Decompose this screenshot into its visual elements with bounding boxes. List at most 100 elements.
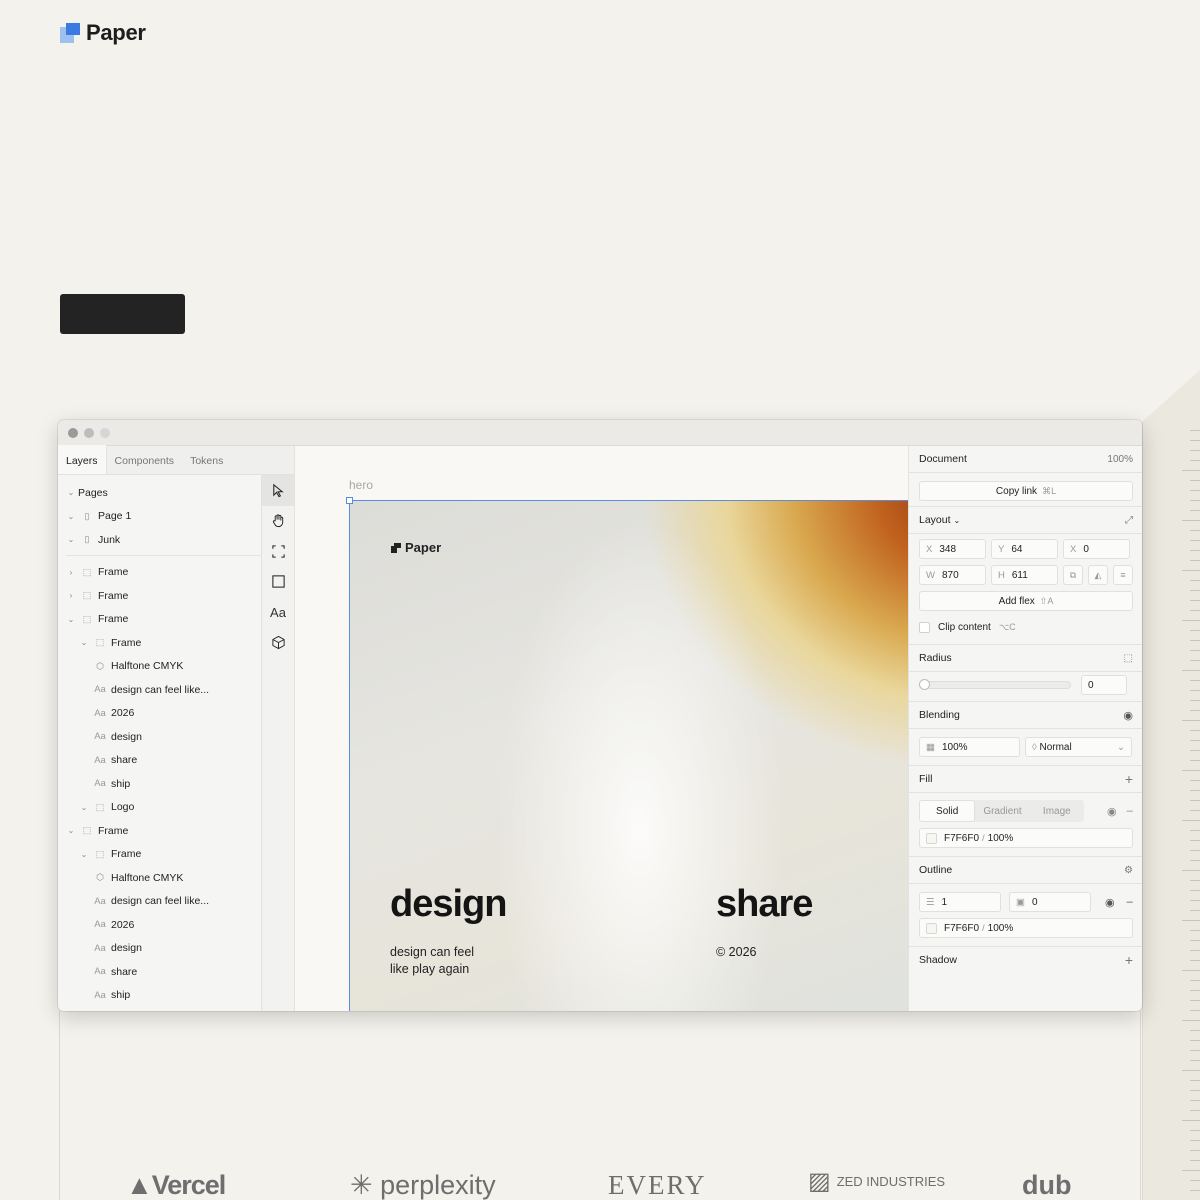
rotation-field[interactable]: X0: [1063, 539, 1130, 559]
layer-row[interactable]: Aa 2026: [58, 913, 261, 937]
constrain-proportions-icon[interactable]: ⧉: [1063, 565, 1083, 585]
y-field[interactable]: Y 64: [991, 539, 1058, 559]
chevron-down-icon[interactable]: ⌄: [79, 850, 89, 859]
frame-tool[interactable]: [262, 536, 294, 567]
layer-row[interactable]: Aa ship: [58, 984, 261, 1008]
tab-layers[interactable]: Layers: [58, 445, 107, 474]
fill-tab-solid[interactable]: Solid: [919, 800, 976, 822]
sliders-icon[interactable]: ⚙: [1124, 865, 1133, 876]
eye-icon[interactable]: ◉: [1123, 709, 1133, 722]
window-close-button[interactable]: [68, 427, 78, 438]
chevron-right-icon[interactable]: ›: [66, 568, 76, 577]
blending-section: Blending ◉: [909, 702, 1142, 728]
outline-color-swatch[interactable]: [926, 922, 937, 934]
hero-subtext[interactable]: design can feel like play again: [390, 944, 474, 978]
hand-tool[interactable]: [262, 506, 294, 537]
layer-row[interactable]: Aa ship: [58, 772, 261, 796]
layer-row[interactable]: ⌄ ⬚ Frame: [58, 608, 261, 632]
text-tool[interactable]: Aa: [262, 597, 294, 628]
eye-icon[interactable]: ◉: [1107, 805, 1117, 818]
chevron-down-icon[interactable]: ⌄: [79, 638, 89, 647]
rectangle-tool[interactable]: [262, 567, 294, 598]
cta-button[interactable]: [60, 294, 185, 334]
ruler-tick: [1190, 990, 1200, 991]
outline-color-field[interactable]: F7F6F0 / 100%: [919, 918, 1133, 938]
layer-row[interactable]: › ⬚ Frame: [58, 561, 261, 585]
layout-section: Layout ⌄ ⤢: [909, 507, 1142, 533]
layer-row[interactable]: ⌄ ▯ Page 1: [58, 505, 261, 529]
hero-headline-share[interactable]: share: [716, 883, 813, 926]
corner-radius-icon[interactable]: ⬚: [1124, 653, 1133, 664]
layer-row[interactable]: ⬡ Halftone CMYK: [58, 655, 261, 679]
align-icon[interactable]: ≡: [1113, 565, 1133, 585]
chevron-down-icon[interactable]: ⌄: [66, 512, 76, 521]
chevron-down-icon[interactable]: ⌄: [66, 826, 76, 835]
shader-tool[interactable]: [262, 628, 294, 659]
document-label: Document: [919, 453, 967, 465]
fill-tab-gradient[interactable]: Gradient: [975, 800, 1029, 822]
frame-label[interactable]: hero: [349, 478, 373, 492]
height-field[interactable]: H 611: [991, 565, 1058, 585]
text-layer-icon: Aa: [94, 707, 106, 719]
layer-row[interactable]: › ⬚ Frame: [58, 584, 261, 608]
fill-color-field[interactable]: F7F6F0 / 100%: [919, 828, 1133, 848]
layer-row[interactable]: ⌄ ▯ Junk: [58, 528, 261, 552]
layer-row[interactable]: ⬡ Halftone CMYK: [58, 866, 261, 890]
layer-row[interactable]: ⌄ ⬚ Frame: [58, 843, 261, 867]
ruler-tick: [1190, 710, 1200, 711]
layout-dropdown[interactable]: Layout ⌄: [919, 514, 960, 526]
layer-row[interactable]: Aa 2026: [58, 702, 261, 726]
layer-row[interactable]: ⌄ ⬚ Frame: [58, 819, 261, 843]
hero-frame[interactable]: Paper design design can feel like play a…: [349, 500, 909, 1011]
add-flex-button[interactable]: Add flex ⇧A: [919, 591, 1133, 611]
outline-offset-field[interactable]: ▣ 0: [1009, 892, 1091, 912]
minus-icon[interactable]: –: [1127, 805, 1133, 817]
design-canvas[interactable]: hero Paper design design can feel like p…: [295, 446, 909, 1011]
window-zoom-button[interactable]: [100, 427, 110, 438]
blend-mode-select[interactable]: ◊ Normal ⌄: [1025, 737, 1132, 757]
x-field[interactable]: X 348: [919, 539, 986, 559]
radius-slider-knob[interactable]: [919, 679, 930, 690]
hero-copyright[interactable]: © 2026: [716, 944, 757, 961]
hero-logo[interactable]: Paper: [391, 540, 441, 555]
layer-row[interactable]: Aa design: [58, 725, 261, 749]
plus-icon[interactable]: +: [1125, 952, 1133, 968]
layer-row[interactable]: ⌄ ⬚ Logo: [58, 796, 261, 820]
layer-row[interactable]: ⌄ Pages: [58, 481, 261, 505]
tab-components[interactable]: Components: [107, 445, 183, 474]
zoom-level[interactable]: 100%: [1107, 454, 1133, 465]
checkbox-box[interactable]: [919, 621, 930, 633]
clip-content-checkbox[interactable]: Clip content ⌥C: [919, 617, 1132, 637]
pointer-tool[interactable]: [262, 475, 294, 506]
chevron-down-icon[interactable]: ⌄: [66, 488, 76, 497]
minus-icon[interactable]: –: [1127, 896, 1133, 908]
eye-icon[interactable]: ◉: [1105, 896, 1115, 909]
width-field[interactable]: W 870: [919, 565, 986, 585]
site-logo[interactable]: Paper: [60, 20, 146, 46]
plus-icon[interactable]: +: [1125, 771, 1133, 787]
radius-field[interactable]: 0: [1081, 675, 1127, 695]
layer-row[interactable]: Aa design: [58, 937, 261, 961]
outline-separator: /: [982, 922, 985, 934]
outline-width-field[interactable]: ☰ 1: [919, 892, 1001, 912]
chevron-down-icon[interactable]: ⌄: [66, 615, 76, 624]
opacity-field[interactable]: ▦ 100%: [919, 737, 1020, 757]
layer-row[interactable]: Aa design can feel like...: [58, 890, 261, 914]
fill-tab-image[interactable]: Image: [1030, 800, 1084, 822]
copy-link-button[interactable]: Copy link ⌘L: [919, 481, 1133, 501]
selection-handle[interactable]: [346, 497, 353, 504]
layer-row[interactable]: Aa design can feel like...: [58, 678, 261, 702]
fill-color-swatch[interactable]: [926, 832, 937, 844]
chevron-down-icon[interactable]: ⌄: [79, 803, 89, 812]
chevron-right-icon[interactable]: ›: [66, 591, 76, 600]
radius-slider[interactable]: [919, 679, 1071, 690]
hero-headline-design[interactable]: design: [390, 883, 507, 926]
chevron-down-icon[interactable]: ⌄: [66, 535, 76, 544]
flip-horizontal-icon[interactable]: ◭: [1088, 565, 1108, 585]
tab-tokens[interactable]: Tokens: [182, 445, 231, 474]
layer-row[interactable]: Aa share: [58, 749, 261, 773]
layer-row[interactable]: Aa share: [58, 960, 261, 984]
window-minimize-button[interactable]: [84, 427, 94, 438]
expand-icon[interactable]: ⤢: [1125, 515, 1133, 526]
layer-row[interactable]: ⌄ ⬚ Frame: [58, 631, 261, 655]
